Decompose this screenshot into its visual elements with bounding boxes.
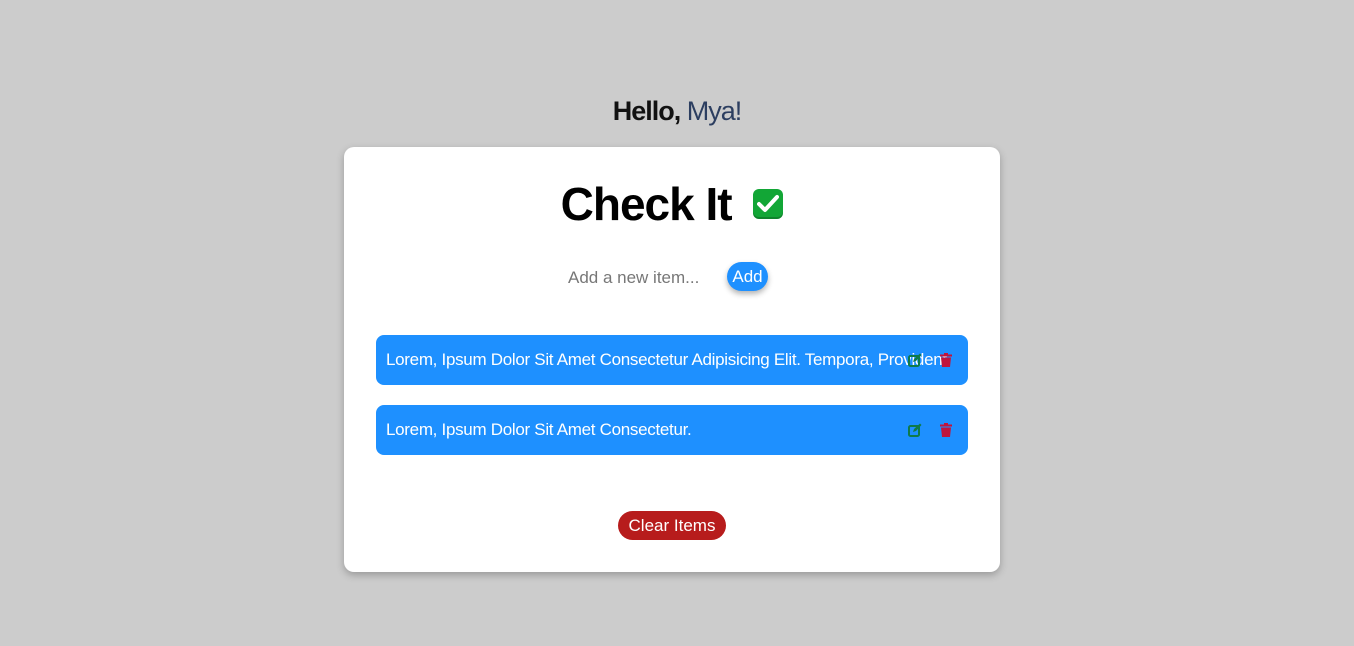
clear-items-button[interactable]: Clear Items	[618, 511, 726, 540]
edit-icon[interactable]	[908, 423, 922, 437]
list-item: Lorem, Ipsum Dolor Sit Amet Consectetur.	[376, 405, 968, 455]
user-name: Mya!	[686, 96, 743, 126]
trash-icon[interactable]	[940, 423, 952, 437]
list-item-text: Lorem, Ipsum Dolor Sit Amet Consectetur.	[386, 420, 692, 439]
edit-icon[interactable]	[908, 353, 922, 367]
new-item-input[interactable]	[566, 263, 710, 293]
app-title-row: Check It	[344, 177, 1000, 231]
check-mark-button-icon	[753, 188, 784, 219]
greeting-prefix: Hello,	[612, 96, 682, 126]
greeting: Hello, Mya!	[0, 96, 1354, 127]
trash-icon[interactable]	[940, 353, 952, 367]
list-item: Lorem, Ipsum Dolor Sit Amet Consectetur …	[376, 335, 968, 385]
app-title: Check It	[560, 178, 733, 230]
todo-card: Check It Add Lorem, Ipsum Dolor Sit Amet…	[344, 147, 1000, 572]
list-item-text: Lorem, Ipsum Dolor Sit Amet Consectetur …	[386, 350, 952, 369]
add-button[interactable]: Add	[727, 262, 768, 291]
add-item-form: Add	[344, 261, 1000, 293]
